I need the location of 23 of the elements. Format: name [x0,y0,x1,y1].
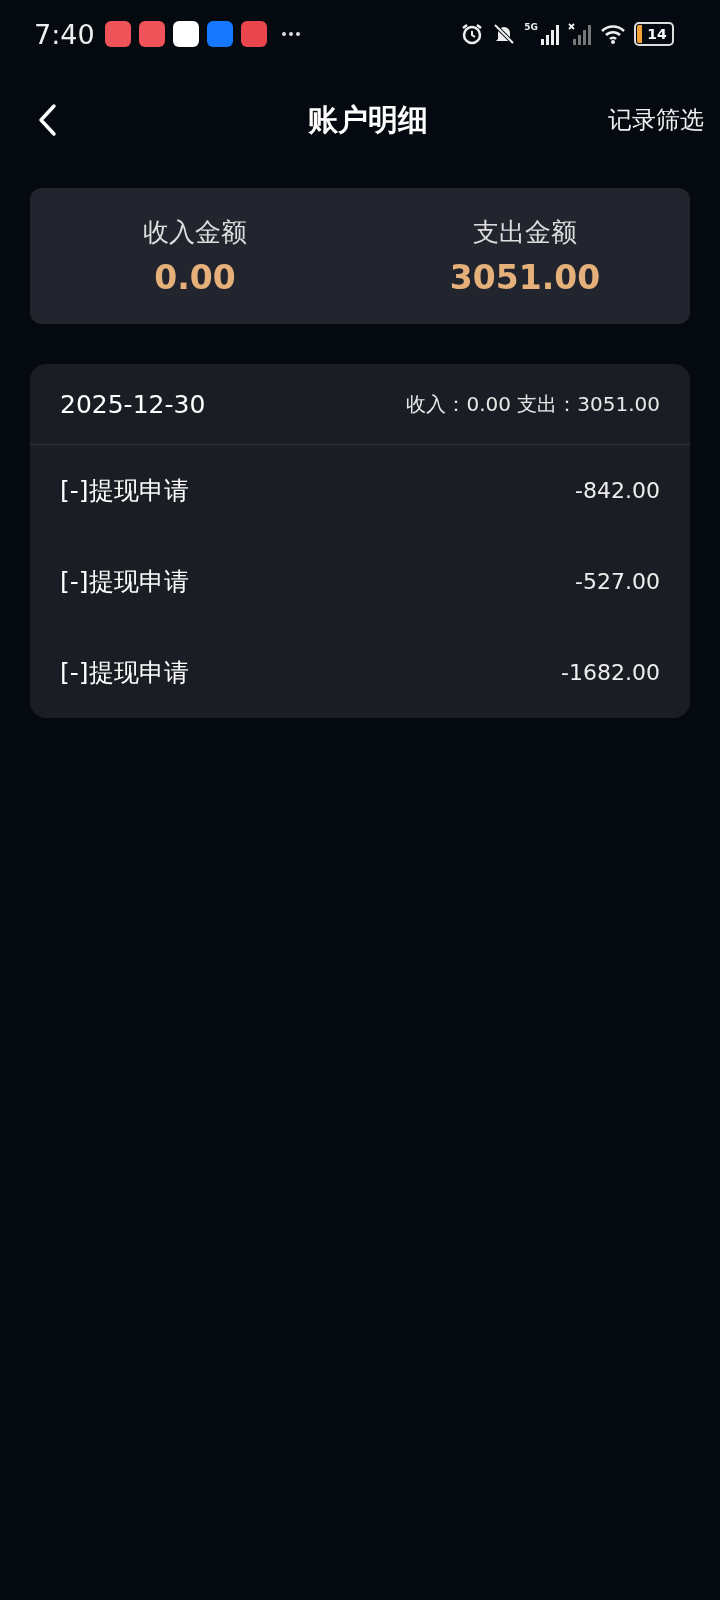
muted-bell-icon [492,22,517,46]
summary-label: 收入金额 [143,216,247,249]
summary-amount: 0.00 [154,258,236,297]
filter-link[interactable]: 记录筛选 [608,104,704,136]
wifi-icon [600,24,626,44]
signal-icon [540,23,560,45]
record-amount: -527.00 [575,569,660,594]
day-date: 2025-12-30 [60,389,206,419]
record-amount: -842.00 [575,478,660,503]
record-title: [-]提现申请 [60,657,189,689]
record-title: [-]提现申请 [60,475,189,507]
network-label: 5G [524,22,538,32]
battery-percent: 14 [647,26,667,42]
summary-label: 支出金额 [473,216,577,249]
record-amount: -1682.00 [561,660,660,685]
no-signal-icon [568,23,592,45]
back-icon[interactable] [36,103,58,137]
summary-amount: 3051.00 [449,258,601,297]
page-title: 账户明细 [308,100,428,139]
more-icon [280,31,301,37]
day-totals: 收入：0.00 支出：3051.00 [406,390,660,418]
record-title: [-]提现申请 [60,566,189,598]
status-time: 7:40 [34,18,95,50]
